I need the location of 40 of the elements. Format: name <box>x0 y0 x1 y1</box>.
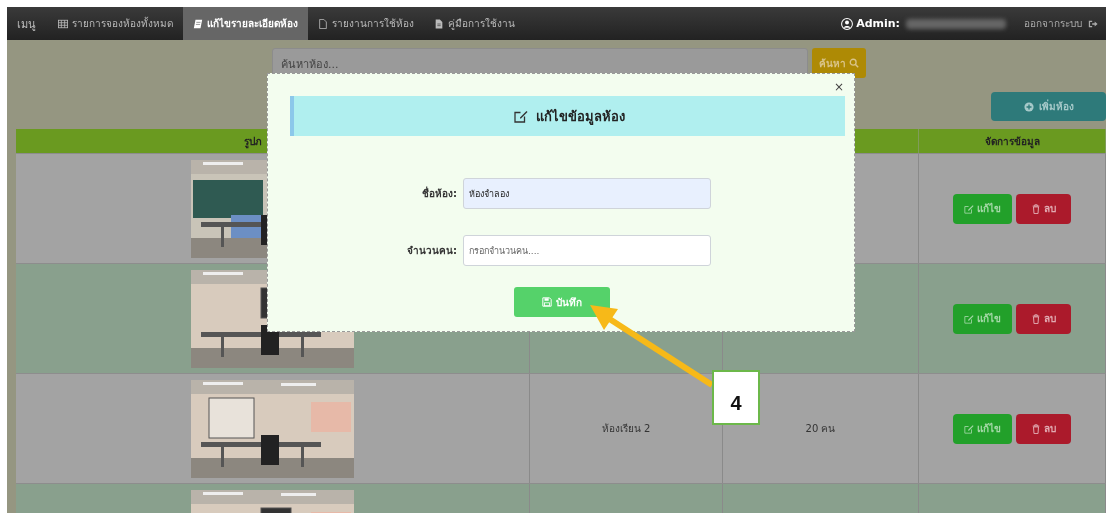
dialog-title: แก้ไขข้อมูลห้อง <box>536 107 625 127</box>
logout-icon <box>1088 18 1098 29</box>
callout-label: 4 <box>712 370 760 425</box>
input-field[interactable]: กรอกจำนวนคน.... <box>463 235 711 266</box>
logout-link[interactable]: ออกจากระบบ <box>1024 7 1106 40</box>
nav-tab[interactable]: คู่มือการใช้งาน <box>424 7 525 40</box>
close-button[interactable]: × <box>831 80 846 94</box>
edit-button[interactable]: แก้ไข <box>953 193 1012 224</box>
edit-icon <box>964 203 974 214</box>
file-icon <box>318 18 328 29</box>
admin-label: Admin: <box>856 16 900 32</box>
edit-button[interactable]: แก้ไข <box>953 303 1012 334</box>
document-icon <box>434 18 444 29</box>
nav-tab[interactable]: รายการจองห้องทั้งหมด <box>48 7 183 40</box>
book-icon <box>193 18 203 29</box>
field-label: ชื่อห้อง: <box>421 186 457 201</box>
table-icon <box>58 18 68 29</box>
trash-icon <box>1031 313 1041 324</box>
delete-button[interactable]: ลบ <box>1016 303 1071 334</box>
floppy-icon <box>542 297 552 307</box>
delete-button[interactable]: ลบ <box>1016 193 1071 224</box>
room-name: ห้องเรียน 2 <box>601 422 651 436</box>
trash-icon <box>1031 203 1041 214</box>
input-field[interactable]: ห้องจำลอง <box>463 178 711 209</box>
delete-button[interactable]: ลบ <box>1016 413 1071 444</box>
edit-icon <box>514 109 528 123</box>
search-icon <box>849 58 859 68</box>
edit-icon <box>964 313 974 324</box>
nav-tab[interactable]: รายงานการใช้ห้อง <box>308 7 424 40</box>
plus-circle-icon <box>1023 101 1034 112</box>
user-icon <box>841 17 854 30</box>
capacity-text: 20 คน <box>805 422 836 436</box>
field-label: จำนวนคน: <box>406 244 457 258</box>
edit-icon <box>964 423 974 434</box>
edit-button[interactable]: แก้ไข <box>953 413 1012 444</box>
add-room-button[interactable]: เพิ่มห้อง <box>991 92 1106 121</box>
menu-label[interactable]: เมนู <box>7 7 48 40</box>
save-button[interactable]: บันทึก <box>514 287 610 317</box>
trash-icon <box>1031 423 1041 434</box>
nav-tab[interactable]: แก้ไขรายละเอียดห้อง <box>183 7 308 40</box>
